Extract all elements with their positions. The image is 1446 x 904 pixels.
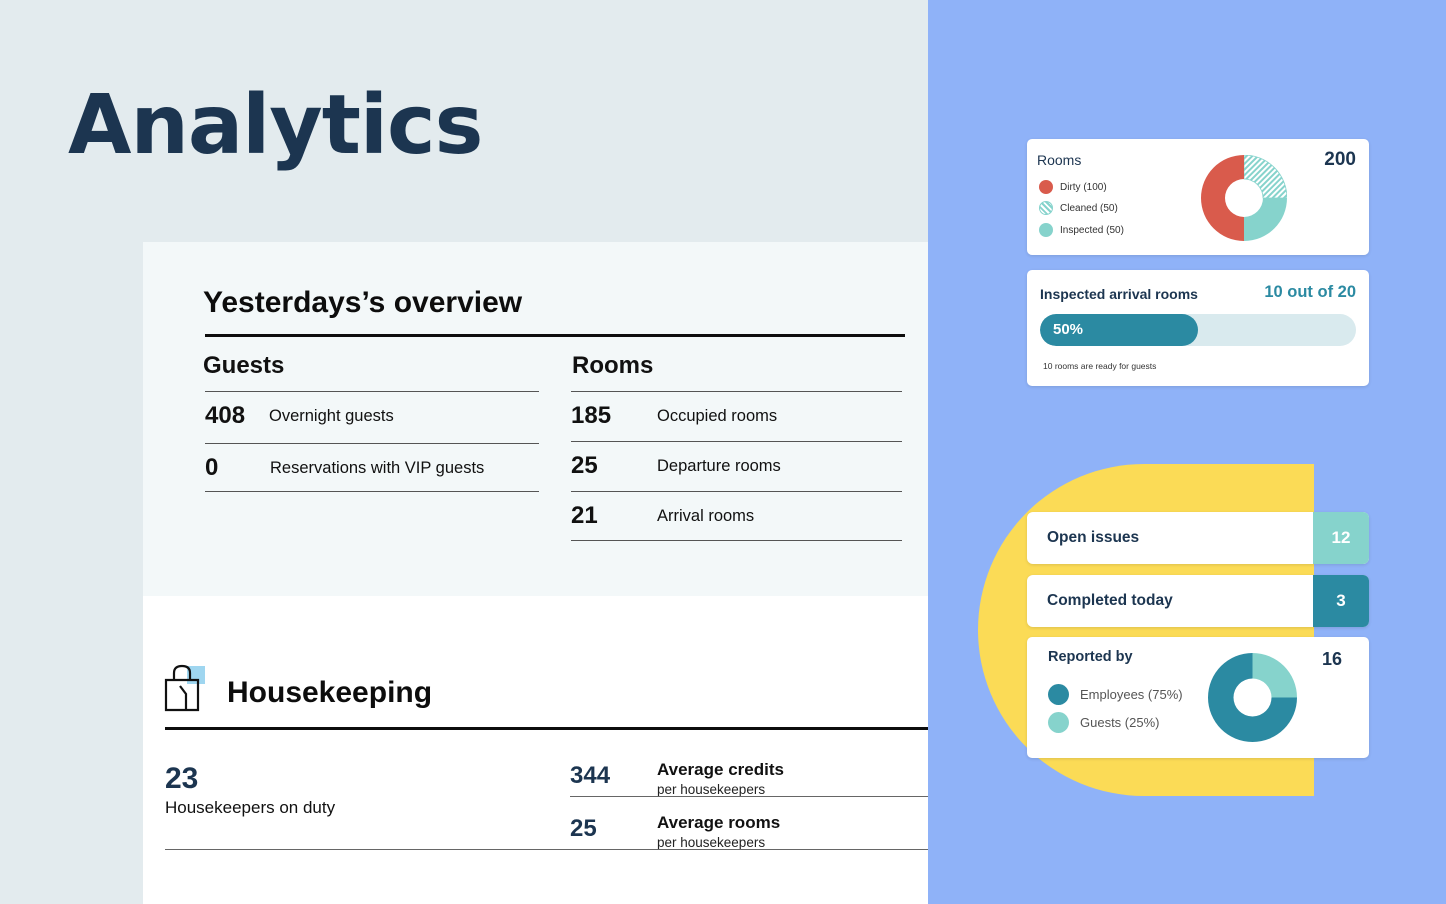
occupied-rooms-value: 185 xyxy=(571,402,612,429)
average-rooms-title: Average rooms xyxy=(657,813,781,832)
legend-label-dirty: Dirty (100) xyxy=(1060,181,1107,193)
housekeeping-divider xyxy=(165,727,928,730)
shopping-bag-icon xyxy=(164,664,205,712)
overview-divider xyxy=(205,334,905,337)
reported-by-total: 16 xyxy=(1321,649,1342,669)
guests-heading: Guests xyxy=(203,352,285,379)
legend-item-inspected: Inspected (50) xyxy=(1039,223,1124,237)
completed-today-row[interactable]: Completed today 3 xyxy=(1027,575,1369,627)
rooms-row-arrival: 21 Arrival rooms xyxy=(571,491,902,540)
rooms-heading: Rooms xyxy=(572,352,654,379)
donut-slice-dirty xyxy=(1201,155,1244,241)
rooms-card-title: Rooms xyxy=(1037,152,1082,168)
legend-item-guests: Guests (25%) xyxy=(1048,712,1159,733)
average-credits-value: 344 xyxy=(570,762,611,789)
legend-dot-dirty xyxy=(1039,180,1053,194)
arrival-progress-label: 50% xyxy=(1053,321,1084,338)
open-issues-label: Open issues xyxy=(1047,529,1140,546)
legend-label-cleaned: Cleaned (50) xyxy=(1060,202,1118,214)
departure-rooms-label: Departure rooms xyxy=(657,456,781,475)
average-credits-title: Average credits xyxy=(657,760,784,779)
legend-label-employees: Employees (75%) xyxy=(1080,687,1183,702)
legend-label-guests: Guests (25%) xyxy=(1080,715,1160,730)
legend-dot-cleaned xyxy=(1039,201,1053,215)
guests-bottom-line xyxy=(205,491,539,492)
arrival-rooms-label: Arrival rooms xyxy=(657,506,755,525)
rooms-card-total: 200 xyxy=(1324,149,1356,170)
average-rooms-stat: 25 Average rooms per housekeepers xyxy=(570,807,928,859)
overnight-guests-label: Overnight guests xyxy=(269,406,394,425)
average-rooms-sub: per housekeepers xyxy=(657,835,766,850)
open-issues-row[interactable]: Open issues 12 xyxy=(1027,512,1369,564)
rooms-bottom-line xyxy=(571,540,902,541)
housekeepers-on-duty-value: 23 xyxy=(165,762,199,795)
guest-row-vip: 0 Reservations with VIP guests xyxy=(205,443,539,492)
open-issues-badge: 12 xyxy=(1313,512,1369,564)
rooms-row-departure: 25 Departure rooms xyxy=(571,441,902,490)
arrival-progress-track: 50% xyxy=(1040,314,1356,346)
housekeeping-bottom-line xyxy=(165,849,928,850)
legend-item-dirty: Dirty (100) xyxy=(1039,180,1107,194)
donut-slice-inspected xyxy=(1244,198,1287,241)
legend-label-inspected: Inspected (50) xyxy=(1060,224,1124,236)
reported-by-donut-chart xyxy=(1208,653,1297,742)
rooms-donut-chart xyxy=(1201,155,1287,241)
overview-title: Yesterdays’s overview xyxy=(203,286,523,319)
arrival-rooms-value: 21 xyxy=(571,502,598,529)
average-credits-sub: per housekeepers xyxy=(657,782,766,797)
rooms-row-occupied: 185 Occupied rooms xyxy=(571,391,902,440)
housekeeping-panel: Housekeeping 23 Housekeepers on duty 344… xyxy=(143,596,928,904)
legend-dot-guests xyxy=(1048,712,1069,733)
completed-today-badge: 3 xyxy=(1313,575,1369,627)
donut-slice-guests xyxy=(1252,653,1297,698)
overview-panel: Yesterdays’s overview Guests 408 Overnig… xyxy=(143,242,928,596)
overnight-guests-value: 408 xyxy=(205,402,246,429)
inspected-arrival-card[interactable]: Inspected arrival rooms 10 out of 20 50%… xyxy=(1027,270,1369,386)
legend-dot-inspected xyxy=(1039,223,1053,237)
vip-reservations-label: Reservations with VIP guests xyxy=(270,458,485,477)
occupied-rooms-label: Occupied rooms xyxy=(657,406,778,425)
average-rooms-value: 25 xyxy=(570,815,597,842)
legend-item-cleaned: Cleaned (50) xyxy=(1039,201,1118,215)
legend-item-employees: Employees (75%) xyxy=(1048,684,1183,705)
arrival-card-note: 10 rooms are ready for guests xyxy=(1043,361,1157,371)
vip-reservations-value: 0 xyxy=(205,454,219,481)
completed-today-label: Completed today xyxy=(1047,592,1173,609)
arrival-card-count: 10 out of 20 xyxy=(1264,283,1356,301)
departure-rooms-value: 25 xyxy=(571,452,598,479)
reported-by-title: Reported by xyxy=(1048,649,1133,665)
housekeeping-title: Housekeeping xyxy=(227,676,433,709)
page-title: Analytics xyxy=(68,78,483,173)
reported-by-card[interactable]: Reported by 16 Employees (75%) Guests (2… xyxy=(1027,637,1369,758)
donut-slice-cleaned xyxy=(1243,155,1287,199)
legend-dot-employees xyxy=(1048,684,1069,705)
arrival-card-title: Inspected arrival rooms xyxy=(1040,286,1198,302)
average-credits-stat: 344 Average credits per housekeepers xyxy=(570,754,928,806)
guest-row-overnight: 408 Overnight guests xyxy=(205,391,539,440)
housekeepers-on-duty-label: Housekeepers on duty xyxy=(165,798,336,817)
housekeeping-stat-divider xyxy=(570,796,928,797)
rooms-card[interactable]: Rooms 200 Dirty (100) Cleaned (50) Inspe… xyxy=(1027,139,1369,255)
